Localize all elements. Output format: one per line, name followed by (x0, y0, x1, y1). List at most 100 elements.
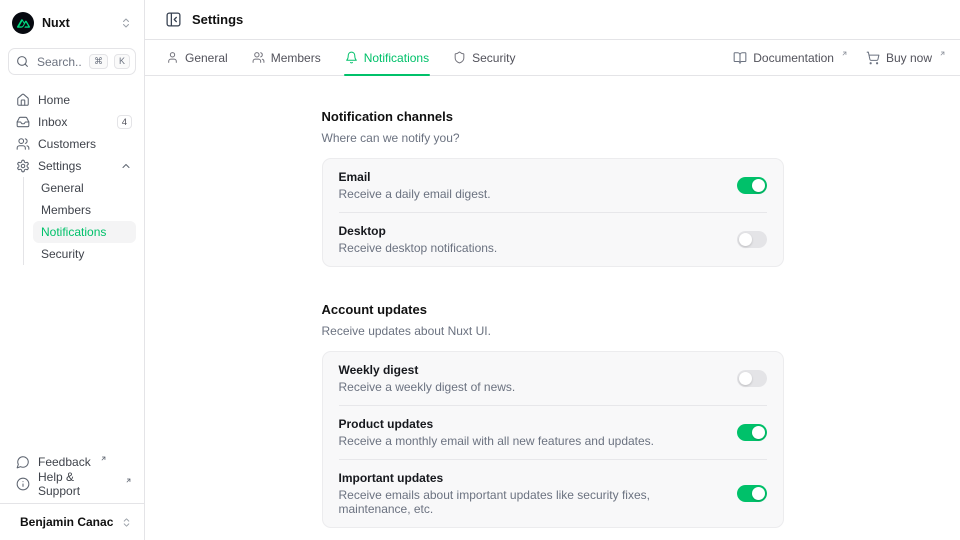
setting-row-desktop: Desktop Receive desktop notifications. (323, 213, 783, 266)
sidebar-item-label: Members (41, 203, 91, 217)
header-links: Documentation Buy now (733, 51, 946, 65)
setting-text: Email Receive a daily email digest. (339, 170, 491, 201)
nuxt-logo-icon (17, 17, 30, 30)
setting-row-weekly-digest: Weekly digest Receive a weekly digest of… (323, 352, 783, 405)
sidebar-item-label: Settings (38, 159, 81, 173)
shield-icon (453, 51, 466, 64)
chevron-up-icon (120, 160, 132, 172)
sidebar-item-label: Home (38, 93, 70, 107)
setting-text: Weekly digest Receive a weekly digest of… (339, 363, 516, 394)
setting-text: Product updates Receive a monthly email … (339, 417, 655, 448)
nuxt-logo (12, 12, 34, 34)
section-account-updates: Account updates Receive updates about Nu… (322, 302, 784, 528)
users-icon (252, 51, 265, 64)
desktop-toggle[interactable] (737, 231, 767, 248)
search-box[interactable]: ⌘ K (8, 48, 136, 75)
sidebar-item-help-support[interactable]: Help & Support (8, 473, 136, 495)
documentation-link[interactable]: Documentation (733, 51, 848, 65)
setting-text: Desktop Receive desktop notifications. (339, 224, 498, 255)
shopping-cart-icon (866, 51, 880, 65)
setting-row-email: Email Receive a daily email digest. (323, 159, 783, 212)
book-open-icon (733, 51, 747, 65)
setting-description: Receive emails about important updates l… (339, 488, 721, 516)
chevron-up-down-icon (121, 517, 132, 528)
setting-text: Important updates Receive emails about i… (339, 471, 721, 516)
setting-description: Receive a monthly email with all new fea… (339, 434, 655, 448)
kbd-key: K (114, 54, 130, 69)
sidebar-item-general[interactable]: General (33, 177, 136, 199)
inbox-count-badge: 4 (117, 115, 132, 129)
workspace-switcher[interactable]: Nuxt (8, 8, 136, 38)
sidebar-item-label: Notifications (41, 225, 106, 239)
tab-notifications[interactable]: Notifications (344, 40, 430, 75)
setting-description: Receive a weekly digest of news. (339, 380, 516, 394)
settings-card: Email Receive a daily email digest. Desk… (322, 158, 784, 267)
panel-left-close-icon (165, 11, 182, 28)
sidebar-item-customers[interactable]: Customers (8, 133, 136, 155)
workspace-name: Nuxt (42, 16, 112, 30)
setting-label: Product updates (339, 417, 655, 431)
sidebar-item-home[interactable]: Home (8, 89, 136, 111)
buy-now-link[interactable]: Buy now (866, 51, 946, 65)
section-description: Receive updates about Nuxt UI. (322, 324, 784, 338)
sidebar-item-inbox[interactable]: Inbox 4 (8, 111, 136, 133)
setting-description: Receive a daily email digest. (339, 187, 491, 201)
gear-icon (16, 159, 30, 173)
tab-bar: General Members Notifications (145, 40, 960, 76)
main-panel: Settings General Members (145, 0, 960, 540)
app-window: Nuxt ⌘ K Home (0, 0, 960, 540)
home-icon (16, 93, 30, 107)
sidebar: Nuxt ⌘ K Home (0, 0, 145, 540)
bell-icon (345, 51, 358, 64)
email-toggle[interactable] (737, 177, 767, 194)
setting-row-product-updates: Product updates Receive a monthly email … (323, 406, 783, 459)
inbox-icon (16, 115, 30, 129)
sidebar-spacer (8, 265, 136, 451)
sidebar-item-label: Customers (38, 137, 96, 151)
important-updates-toggle[interactable] (737, 485, 767, 502)
settings-container: Notification channels Where can we notif… (322, 109, 784, 528)
section-description: Where can we notify you? (322, 131, 784, 145)
sidebar-item-settings[interactable]: Settings (8, 155, 136, 177)
setting-label: Desktop (339, 224, 498, 238)
search-icon (16, 55, 29, 68)
tab-security[interactable]: Security (452, 40, 516, 75)
sidebar-item-label: Feedback (38, 455, 91, 469)
external-link-icon (939, 50, 946, 57)
tab-general[interactable]: General (165, 40, 229, 75)
info-circle-icon (16, 477, 30, 491)
setting-label: Weekly digest (339, 363, 516, 377)
users-icon (16, 137, 30, 151)
content-area: Notification channels Where can we notif… (145, 76, 960, 540)
sidebar-item-notifications[interactable]: Notifications (33, 221, 136, 243)
external-link-icon (100, 455, 107, 462)
setting-row-important-updates: Important updates Receive emails about i… (323, 460, 783, 527)
settings-subnav: General Members Notifications Security (23, 177, 136, 265)
title-bar: Settings (145, 0, 960, 40)
setting-description: Receive desktop notifications. (339, 241, 498, 255)
setting-label: Email (339, 170, 491, 184)
search-input[interactable] (35, 54, 83, 70)
tab-label: General (185, 51, 228, 65)
kbd-meta: ⌘ (89, 54, 108, 69)
page-title: Settings (192, 12, 243, 27)
section-title: Notification channels (322, 109, 784, 124)
sidebar-item-label: Security (41, 247, 84, 261)
sidebar-item-security[interactable]: Security (33, 243, 136, 265)
weekly-digest-toggle[interactable] (737, 370, 767, 387)
external-link-icon (841, 50, 848, 57)
user-menu[interactable]: Benjamin Canac (8, 504, 136, 532)
tab-label: Notifications (364, 51, 429, 65)
external-link-icon (125, 477, 132, 484)
sidebar-item-label: General (41, 181, 84, 195)
product-updates-toggle[interactable] (737, 424, 767, 441)
chevron-up-down-icon (120, 17, 132, 29)
user-name: Benjamin Canac (20, 515, 113, 529)
sidebar-item-members[interactable]: Members (33, 199, 136, 221)
tab-label: Security (472, 51, 515, 65)
section-notification-channels: Notification channels Where can we notif… (322, 109, 784, 267)
tab-members[interactable]: Members (251, 40, 322, 75)
settings-card: Weekly digest Receive a weekly digest of… (322, 351, 784, 528)
sidebar-collapse-button[interactable] (165, 11, 182, 28)
tab-label: Members (271, 51, 321, 65)
